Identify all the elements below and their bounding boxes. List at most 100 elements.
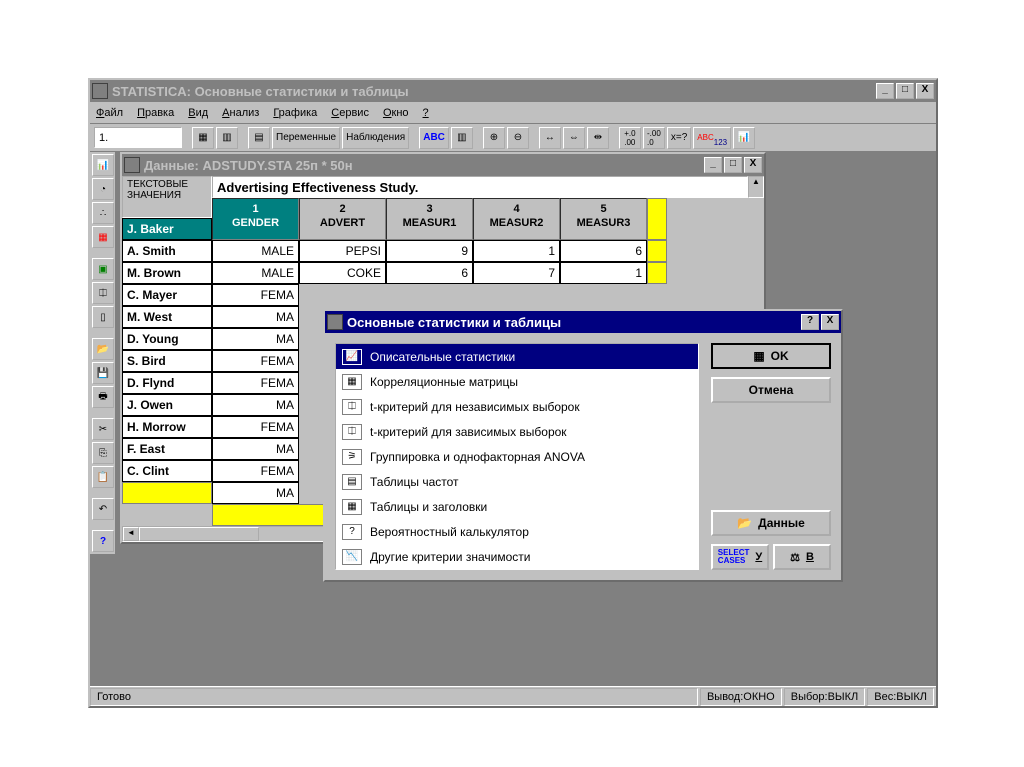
- row-header[interactable]: M. West: [122, 306, 212, 328]
- cell[interactable]: MA: [212, 394, 299, 416]
- row-header[interactable]: S. Bird: [122, 350, 212, 372]
- side-paste-icon[interactable]: 📋: [92, 466, 114, 488]
- weight-button[interactable]: ⚖ В: [773, 544, 831, 570]
- select-cases-button[interactable]: SELECTCASES У: [711, 544, 769, 570]
- tb-chart[interactable]: 📊: [733, 127, 755, 149]
- tb-variables[interactable]: Переменные: [272, 127, 340, 149]
- scroll-thumb[interactable]: [139, 527, 259, 541]
- tb-width-1[interactable]: ↔: [539, 127, 561, 149]
- tb-abc123[interactable]: ABC123: [693, 127, 731, 149]
- side-undo-icon[interactable]: ↶: [92, 498, 114, 520]
- cell[interactable]: FEMA: [212, 372, 299, 394]
- cell[interactable]: MALE: [212, 262, 299, 284]
- column-header[interactable]: 1GENDER: [212, 198, 299, 240]
- cell[interactable]: 1: [473, 240, 560, 262]
- side-print-icon[interactable]: 🖶: [92, 386, 114, 408]
- scroll-up[interactable]: ▲: [748, 176, 764, 198]
- analysis-option[interactable]: ?Вероятностный калькулятор: [336, 519, 698, 544]
- menu-edit[interactable]: Правка: [137, 107, 174, 119]
- menu-file[interactable]: Файл: [96, 107, 123, 119]
- menu-help[interactable]: ?: [423, 107, 429, 119]
- tb-width-2[interactable]: ⇔: [563, 127, 585, 149]
- corner-cell[interactable]: ТЕКСТОВЫЕ ЗНАЧЕНИЯ: [122, 176, 212, 218]
- row-header[interactable]: C. Mayer: [122, 284, 212, 306]
- analysis-option[interactable]: ▤Таблицы частот: [336, 469, 698, 494]
- side-copy-icon[interactable]: ⎘: [92, 442, 114, 464]
- cell[interactable]: 9: [386, 240, 473, 262]
- data-button[interactable]: 📂 Данные: [711, 510, 831, 536]
- cell[interactable]: MALE: [212, 240, 299, 262]
- menu-service[interactable]: Сервис: [331, 107, 369, 119]
- minimize-button[interactable]: _: [876, 83, 894, 99]
- side-save-icon[interactable]: 💾: [92, 362, 114, 384]
- side-pie-icon[interactable]: ◔: [92, 178, 114, 200]
- analysis-option-list[interactable]: 📈Описательные статистики▦Корреляционные …: [335, 343, 699, 570]
- column-header[interactable]: 3MEASUR1: [386, 198, 473, 240]
- menu-graphics[interactable]: Графика: [273, 107, 317, 119]
- tb-formula[interactable]: x=?: [667, 127, 691, 149]
- cell[interactable]: MA: [212, 482, 299, 504]
- cell[interactable]: 6: [560, 240, 647, 262]
- side-bar-icon[interactable]: ▯: [92, 306, 114, 328]
- side-green-icon[interactable]: ▣: [92, 258, 114, 280]
- tb-icon-1[interactable]: ▦: [192, 127, 214, 149]
- menu-analysis[interactable]: Анализ: [222, 107, 259, 119]
- maximize-button[interactable]: □: [896, 83, 914, 99]
- analysis-option[interactable]: ⚞Группировка и однофакторная ANOVA: [336, 444, 698, 469]
- dialog-help[interactable]: ?: [801, 314, 819, 330]
- side-cut-icon[interactable]: ✂: [92, 418, 114, 440]
- cell[interactable]: FEMA: [212, 416, 299, 438]
- row-header[interactable]: F. East: [122, 438, 212, 460]
- tb-dec-dec[interactable]: -.00.0: [643, 127, 665, 149]
- cell[interactable]: FEMA: [212, 460, 299, 482]
- side-grid-icon[interactable]: ▦: [92, 226, 114, 248]
- row-header[interactable]: J. Owen: [122, 394, 212, 416]
- cell[interactable]: MA: [212, 306, 299, 328]
- cell[interactable]: FEMA: [212, 350, 299, 372]
- analysis-option[interactable]: ▦Корреляционные матрицы: [336, 369, 698, 394]
- menu-window[interactable]: Окно: [383, 107, 409, 119]
- row-header[interactable]: D. Young: [122, 328, 212, 350]
- analysis-option[interactable]: ⎅t-критерий для зависимых выборок: [336, 419, 698, 444]
- cancel-button[interactable]: Отмена: [711, 377, 831, 403]
- tb-dec-inc[interactable]: +.0.00: [619, 127, 641, 149]
- analysis-option[interactable]: 📉Другие критерии значимости: [336, 544, 698, 569]
- row-header[interactable]: D. Flynd: [122, 372, 212, 394]
- analysis-option[interactable]: ▦Таблицы и заголовки: [336, 494, 698, 519]
- cell[interactable]: 7: [473, 262, 560, 284]
- dialog-close[interactable]: X: [821, 314, 839, 330]
- row-header[interactable]: A. Smith: [122, 240, 212, 262]
- tb-zoom-out[interactable]: ⊖: [507, 127, 529, 149]
- cell[interactable]: PEPSI: [299, 240, 386, 262]
- row-header[interactable]: M. Brown: [122, 262, 212, 284]
- tb-abc[interactable]: ABC: [419, 127, 449, 149]
- side-scatter-icon[interactable]: ∴: [92, 202, 114, 224]
- row-header[interactable]: C. Clint: [122, 460, 212, 482]
- tb-icon-2[interactable]: ▥: [216, 127, 238, 149]
- cell[interactable]: MA: [212, 438, 299, 460]
- data-close[interactable]: X: [744, 157, 762, 173]
- data-minimize[interactable]: _: [704, 157, 722, 173]
- cell[interactable]: 6: [386, 262, 473, 284]
- tb-zoom-in[interactable]: ⊕: [483, 127, 505, 149]
- column-header[interactable]: 5MEASUR3: [560, 198, 647, 240]
- ok-button[interactable]: ▦ OK: [711, 343, 831, 369]
- cell[interactable]: 1: [560, 262, 647, 284]
- side-chart-icon[interactable]: 📊: [92, 154, 114, 176]
- tb-cols[interactable]: ▥: [451, 127, 473, 149]
- column-header[interactable]: 4MEASUR2: [473, 198, 560, 240]
- cell[interactable]: MA: [212, 328, 299, 350]
- cell-reference-input[interactable]: [94, 127, 182, 148]
- side-plot-icon[interactable]: ⎅: [92, 282, 114, 304]
- side-open-icon[interactable]: 📂: [92, 338, 114, 360]
- row-header[interactable]: J. Baker: [122, 218, 212, 240]
- analysis-option[interactable]: 📈Описательные статистики: [336, 344, 698, 369]
- tb-icon-grid[interactable]: ▤: [248, 127, 270, 149]
- menu-view[interactable]: Вид: [188, 107, 208, 119]
- cell[interactable]: FEMA: [212, 284, 299, 306]
- row-header[interactable]: H. Morrow: [122, 416, 212, 438]
- side-help-icon[interactable]: ?: [92, 530, 114, 552]
- analysis-option[interactable]: ⎅t-критерий для независимых выборок: [336, 394, 698, 419]
- scroll-left[interactable]: ◄: [123, 527, 139, 541]
- tb-width-3[interactable]: ⇹: [587, 127, 609, 149]
